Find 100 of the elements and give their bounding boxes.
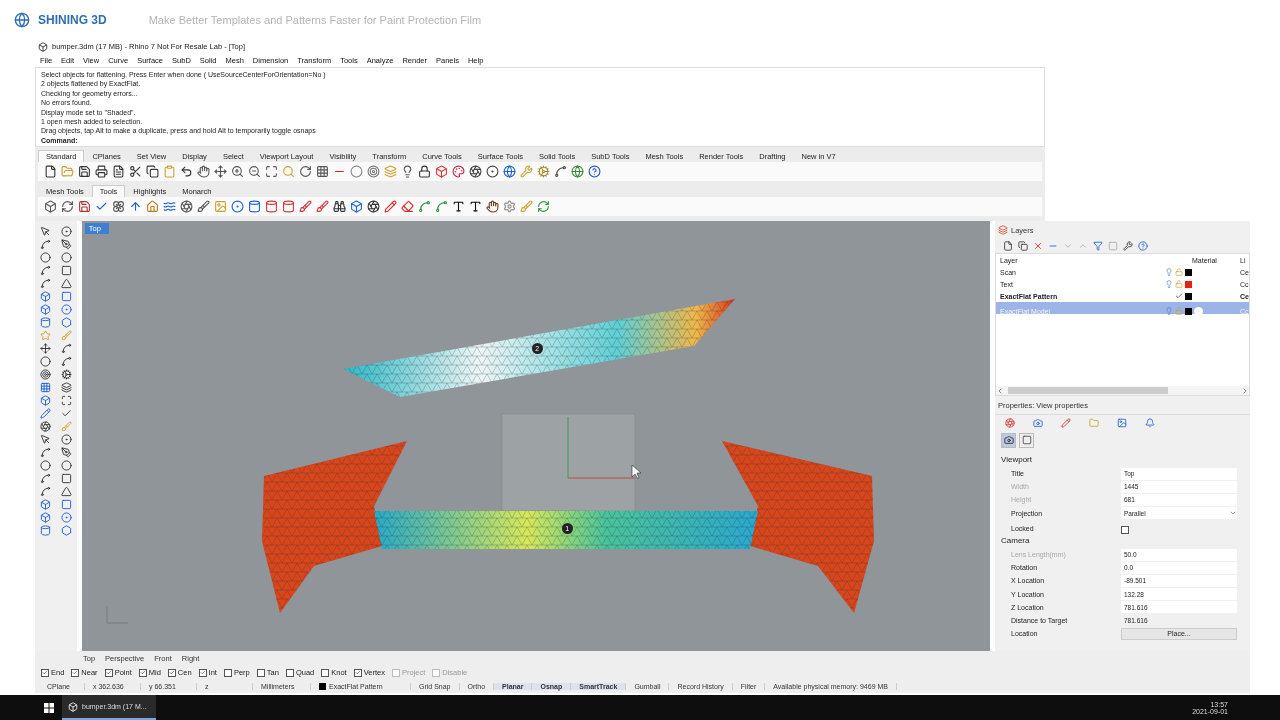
cube-icon[interactable]: [44, 199, 57, 213]
brush-icon[interactable]: [316, 199, 329, 213]
checkbox[interactable]: [104, 668, 113, 677]
pencil-icon[interactable]: [1061, 417, 1071, 428]
rectangle-icon[interactable]: [60, 473, 72, 484]
lightbulb-icon[interactable]: [1165, 307, 1173, 315]
checkbox[interactable]: [138, 668, 147, 677]
pointer-icon[interactable]: [39, 434, 51, 445]
cube-icon[interactable]: [350, 199, 363, 213]
triangle-icon[interactable]: [60, 486, 72, 497]
help-icon[interactable]: [588, 164, 601, 178]
brush-icon[interactable]: [299, 199, 312, 213]
chevron-right-icon[interactable]: [1241, 386, 1249, 395]
curve-icon[interactable]: [418, 199, 431, 213]
color-swatch[interactable]: [1185, 268, 1192, 276]
circle-icon[interactable]: [60, 252, 72, 263]
eraser-icon[interactable]: [401, 199, 414, 213]
pen-icon[interactable]: [60, 239, 72, 250]
checkbox[interactable]: [223, 668, 232, 677]
cylinder-icon[interactable]: [282, 199, 295, 213]
lightbulb-icon[interactable]: [401, 164, 414, 178]
checkbox[interactable]: [285, 668, 294, 677]
hand-icon[interactable]: [197, 164, 210, 178]
camera-button[interactable]: [1001, 432, 1016, 448]
cube-icon[interactable]: [39, 395, 51, 406]
waves-icon[interactable]: [163, 199, 176, 213]
cycle-icon[interactable]: [61, 199, 74, 213]
pointer-icon[interactable]: [39, 226, 51, 237]
document-icon[interactable]: [112, 164, 125, 178]
zoom-out-icon[interactable]: [248, 164, 261, 178]
pencil-icon[interactable]: [384, 199, 397, 213]
text-icon[interactable]: [469, 199, 482, 213]
curve-icon[interactable]: [39, 239, 51, 250]
circle-icon[interactable]: [39, 460, 51, 471]
wrench-icon[interactable]: [1123, 241, 1133, 251]
windows-logo-icon[interactable]: [44, 702, 54, 713]
checkbox[interactable]: [71, 668, 80, 677]
cube-icon[interactable]: [435, 164, 448, 178]
cylinder-icon[interactable]: [39, 317, 51, 328]
checkbox[interactable]: [321, 668, 330, 677]
arrow-up-icon[interactable]: [129, 199, 142, 213]
undo-icon[interactable]: [180, 164, 193, 178]
palette-icon[interactable]: [452, 164, 465, 178]
color-swatch[interactable]: [1185, 280, 1192, 288]
checkbox[interactable]: [198, 668, 207, 677]
layers-icon[interactable]: [60, 382, 72, 393]
hand-icon[interactable]: [486, 199, 499, 213]
globe-icon[interactable]: [503, 164, 516, 178]
curve-icon[interactable]: [39, 265, 51, 276]
sphere-icon[interactable]: [231, 199, 244, 213]
chevron-left-icon[interactable]: [996, 386, 1004, 395]
checkbox[interactable]: [256, 668, 265, 677]
curve-icon[interactable]: [39, 473, 51, 484]
scissors-icon[interactable]: [129, 164, 142, 178]
horizontal-scrollbar[interactable]: [996, 386, 1249, 395]
circle-icon[interactable]: [60, 460, 72, 471]
cylinder-icon[interactable]: [265, 199, 278, 213]
checkbox[interactable]: [167, 668, 176, 677]
copy-icon[interactable]: [1018, 241, 1028, 251]
color-wheel-icon[interactable]: [1005, 417, 1015, 428]
image-icon[interactable]: [1117, 417, 1127, 428]
curve-icon[interactable]: [39, 447, 51, 458]
color-swatch[interactable]: [1185, 292, 1192, 300]
brush-icon[interactable]: [197, 199, 210, 213]
curve-icon[interactable]: [39, 278, 51, 289]
curve-icon[interactable]: [60, 343, 72, 354]
house-icon[interactable]: [146, 199, 159, 213]
rectangle-icon[interactable]: [60, 499, 72, 510]
move-icon[interactable]: [39, 343, 51, 354]
material-dot[interactable]: [1194, 307, 1203, 316]
clipboard-icon[interactable]: [163, 164, 176, 178]
frame-button[interactable]: [1019, 432, 1034, 448]
checkbox[interactable]: [41, 668, 49, 677]
cylinder-icon[interactable]: [248, 199, 261, 213]
file-icon[interactable]: [44, 164, 57, 178]
rotate-icon[interactable]: [299, 164, 312, 178]
save-icon[interactable]: [78, 164, 91, 178]
triangle-icon[interactable]: [60, 278, 72, 289]
point-icon[interactable]: [60, 434, 72, 445]
maximize-icon[interactable]: [265, 164, 278, 178]
checkbox[interactable]: [353, 668, 362, 677]
printer-icon[interactable]: [95, 164, 108, 178]
sphere-icon[interactable]: [486, 164, 499, 178]
rectangle-icon[interactable]: [60, 265, 72, 276]
curve-icon[interactable]: [39, 486, 51, 497]
check-icon[interactable]: [60, 408, 72, 419]
grid-icon[interactable]: [39, 382, 51, 393]
check-icon[interactable]: [1175, 292, 1183, 300]
camera-icon[interactable]: [1033, 417, 1043, 428]
cube-icon[interactable]: [39, 512, 51, 523]
lock-icon[interactable]: [418, 164, 431, 178]
delete-icon[interactable]: [1033, 241, 1043, 251]
gear-icon[interactable]: [60, 369, 72, 380]
pen-icon[interactable]: [60, 447, 72, 458]
curve-icon[interactable]: [554, 164, 567, 178]
maximize-icon[interactable]: [60, 395, 72, 406]
grid-icon[interactable]: [316, 164, 329, 178]
point-icon[interactable]: [60, 226, 72, 237]
bell-icon[interactable]: [1145, 417, 1155, 428]
circle-icon[interactable]: [39, 252, 51, 263]
